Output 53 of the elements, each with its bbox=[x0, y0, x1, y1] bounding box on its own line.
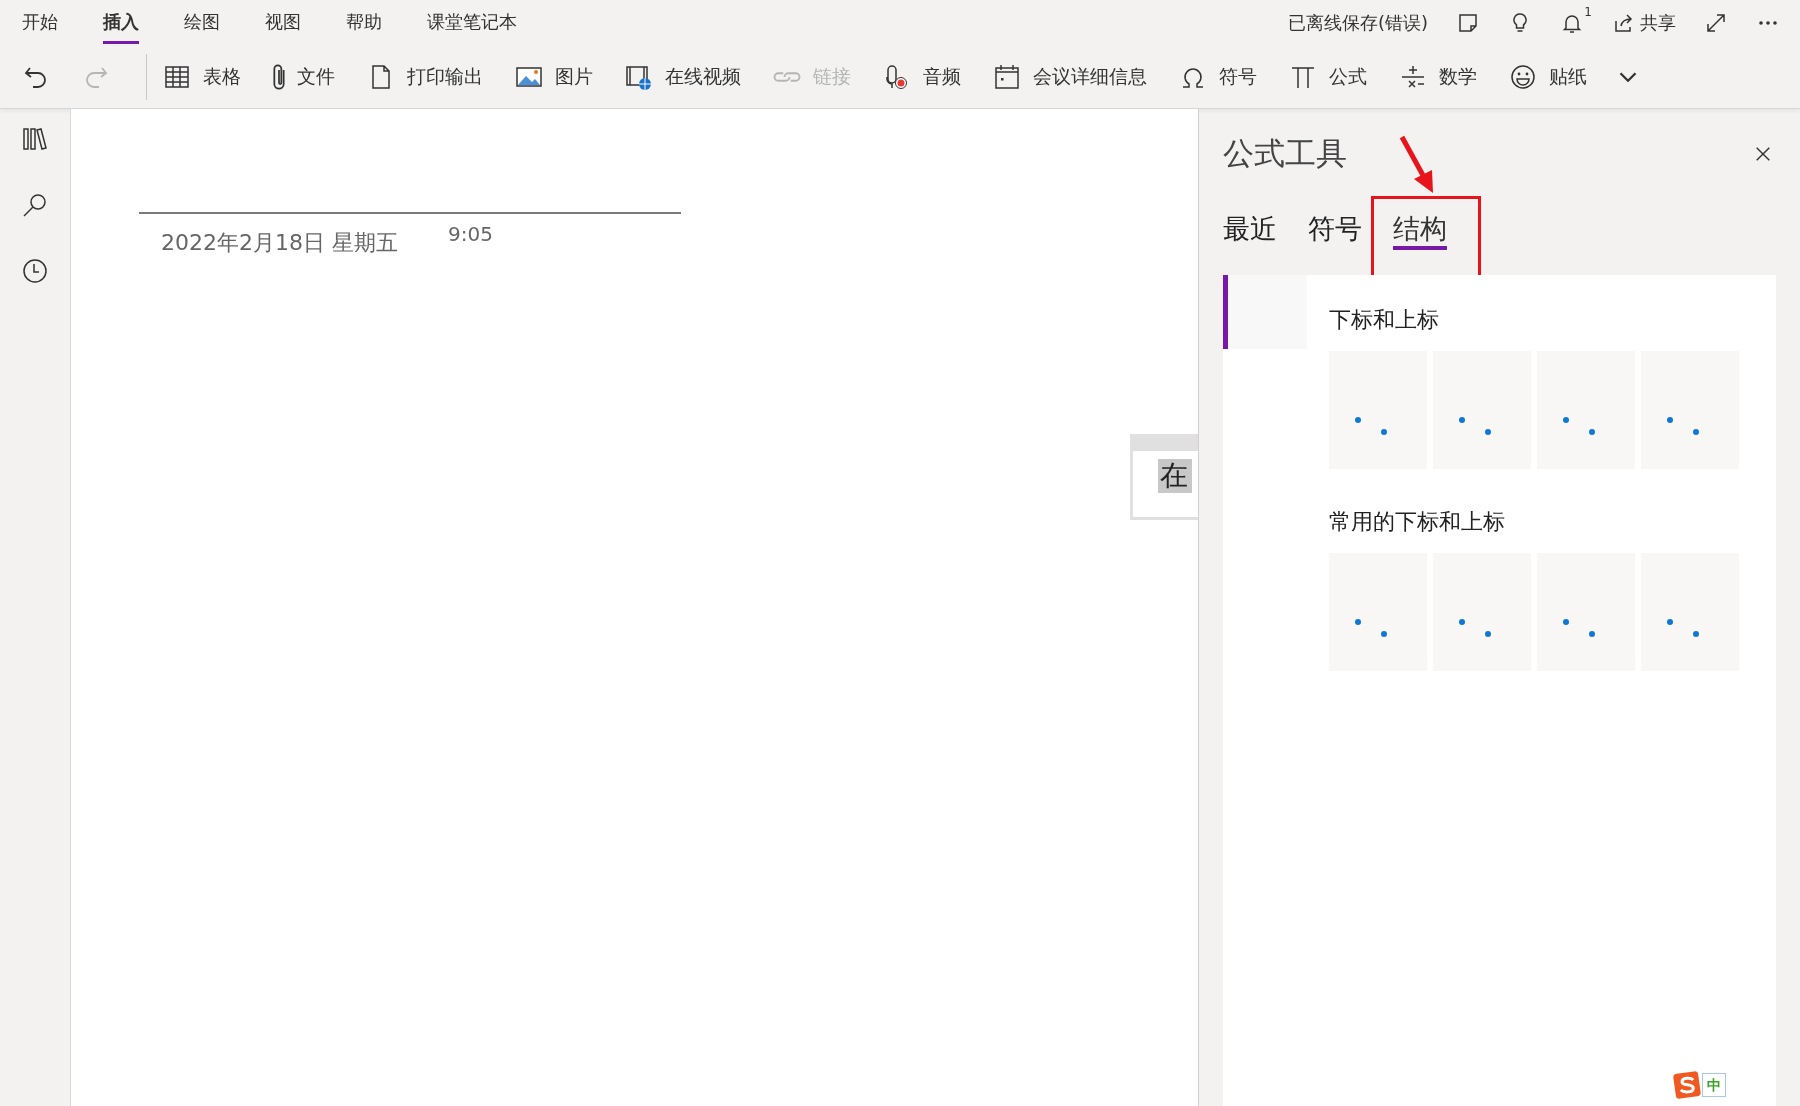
clock-icon[interactable] bbox=[21, 257, 49, 285]
structure-tile[interactable] bbox=[1433, 553, 1531, 671]
note-text: 在 bbox=[1158, 459, 1192, 493]
toolbar-button[interactable]: 会议详细信息 bbox=[993, 57, 1147, 97]
panel-tab[interactable]: 最近 bbox=[1223, 179, 1277, 250]
toolbar-button[interactable]: 贴纸 bbox=[1509, 57, 1587, 97]
structure-tile[interactable] bbox=[1329, 553, 1427, 671]
ribbon-tab[interactable]: 课堂笔记本 bbox=[427, 2, 517, 44]
category-item[interactable] bbox=[1223, 275, 1307, 349]
video-globe-icon bbox=[625, 63, 653, 91]
notification-count: 1 bbox=[1584, 5, 1592, 19]
panel-title: 公式工具 bbox=[1223, 134, 1347, 173]
ribbon-tab[interactable]: 视图 bbox=[265, 2, 301, 44]
ribbon-tab[interactable]: 帮助 bbox=[346, 2, 382, 44]
toolbar-button[interactable]: 图片 bbox=[515, 57, 593, 97]
ime-mode-label: 中 bbox=[1702, 1073, 1726, 1097]
ribbon-tab[interactable]: 插入 bbox=[103, 2, 139, 44]
toolbar-button[interactable]: 符号 bbox=[1179, 57, 1257, 97]
save-status: 已离线保存(错误) bbox=[1287, 11, 1428, 35]
expand-icon[interactable] bbox=[1704, 11, 1728, 35]
calendar-icon bbox=[993, 63, 1021, 91]
panel-tab[interactable]: 符号 bbox=[1308, 179, 1362, 250]
toolbar-button[interactable]: 音频 bbox=[883, 57, 961, 97]
close-icon[interactable] bbox=[1754, 145, 1772, 163]
section-title: 下标和上标 bbox=[1329, 306, 1440, 334]
toolbar-button[interactable]: 文件 bbox=[273, 57, 335, 97]
link-icon bbox=[773, 72, 801, 82]
note-container[interactable]: 在 bbox=[1130, 434, 1198, 520]
search-icon[interactable] bbox=[21, 191, 49, 219]
structure-tile[interactable] bbox=[1537, 553, 1635, 671]
structure-tile[interactable] bbox=[1329, 351, 1427, 469]
structure-tile[interactable] bbox=[1433, 351, 1531, 469]
notebooks-icon[interactable] bbox=[21, 125, 49, 153]
toolbar-button[interactable]: 在线视频 bbox=[625, 57, 741, 97]
page-time: 9:05 bbox=[448, 222, 493, 248]
paperclip-icon bbox=[273, 63, 285, 91]
chevron-down-icon bbox=[1619, 72, 1637, 82]
section-title: 常用的下标和上标 bbox=[1329, 508, 1506, 536]
structure-tile[interactable] bbox=[1537, 351, 1635, 469]
table-icon bbox=[163, 63, 191, 91]
notes-icon[interactable] bbox=[1456, 11, 1480, 35]
ime-logo bbox=[1672, 1070, 1702, 1100]
ribbon-tab[interactable]: 绘图 bbox=[184, 2, 220, 44]
structure-tile[interactable] bbox=[1641, 553, 1739, 671]
toolbar-button[interactable]: 公式 bbox=[1289, 57, 1367, 97]
smiley-icon bbox=[1509, 63, 1537, 91]
toolbar-button[interactable]: 打印输出 bbox=[367, 57, 483, 97]
ribbon-tab[interactable]: 开始 bbox=[22, 2, 58, 44]
share-button[interactable]: 共享 bbox=[1612, 11, 1676, 35]
structure-tile[interactable] bbox=[1641, 351, 1739, 469]
page-date: 2022年2月18日 星期五 bbox=[161, 229, 398, 257]
toolbar-button[interactable]: 数学 bbox=[1399, 57, 1477, 97]
toolbar-button[interactable]: 表格 bbox=[163, 57, 241, 97]
